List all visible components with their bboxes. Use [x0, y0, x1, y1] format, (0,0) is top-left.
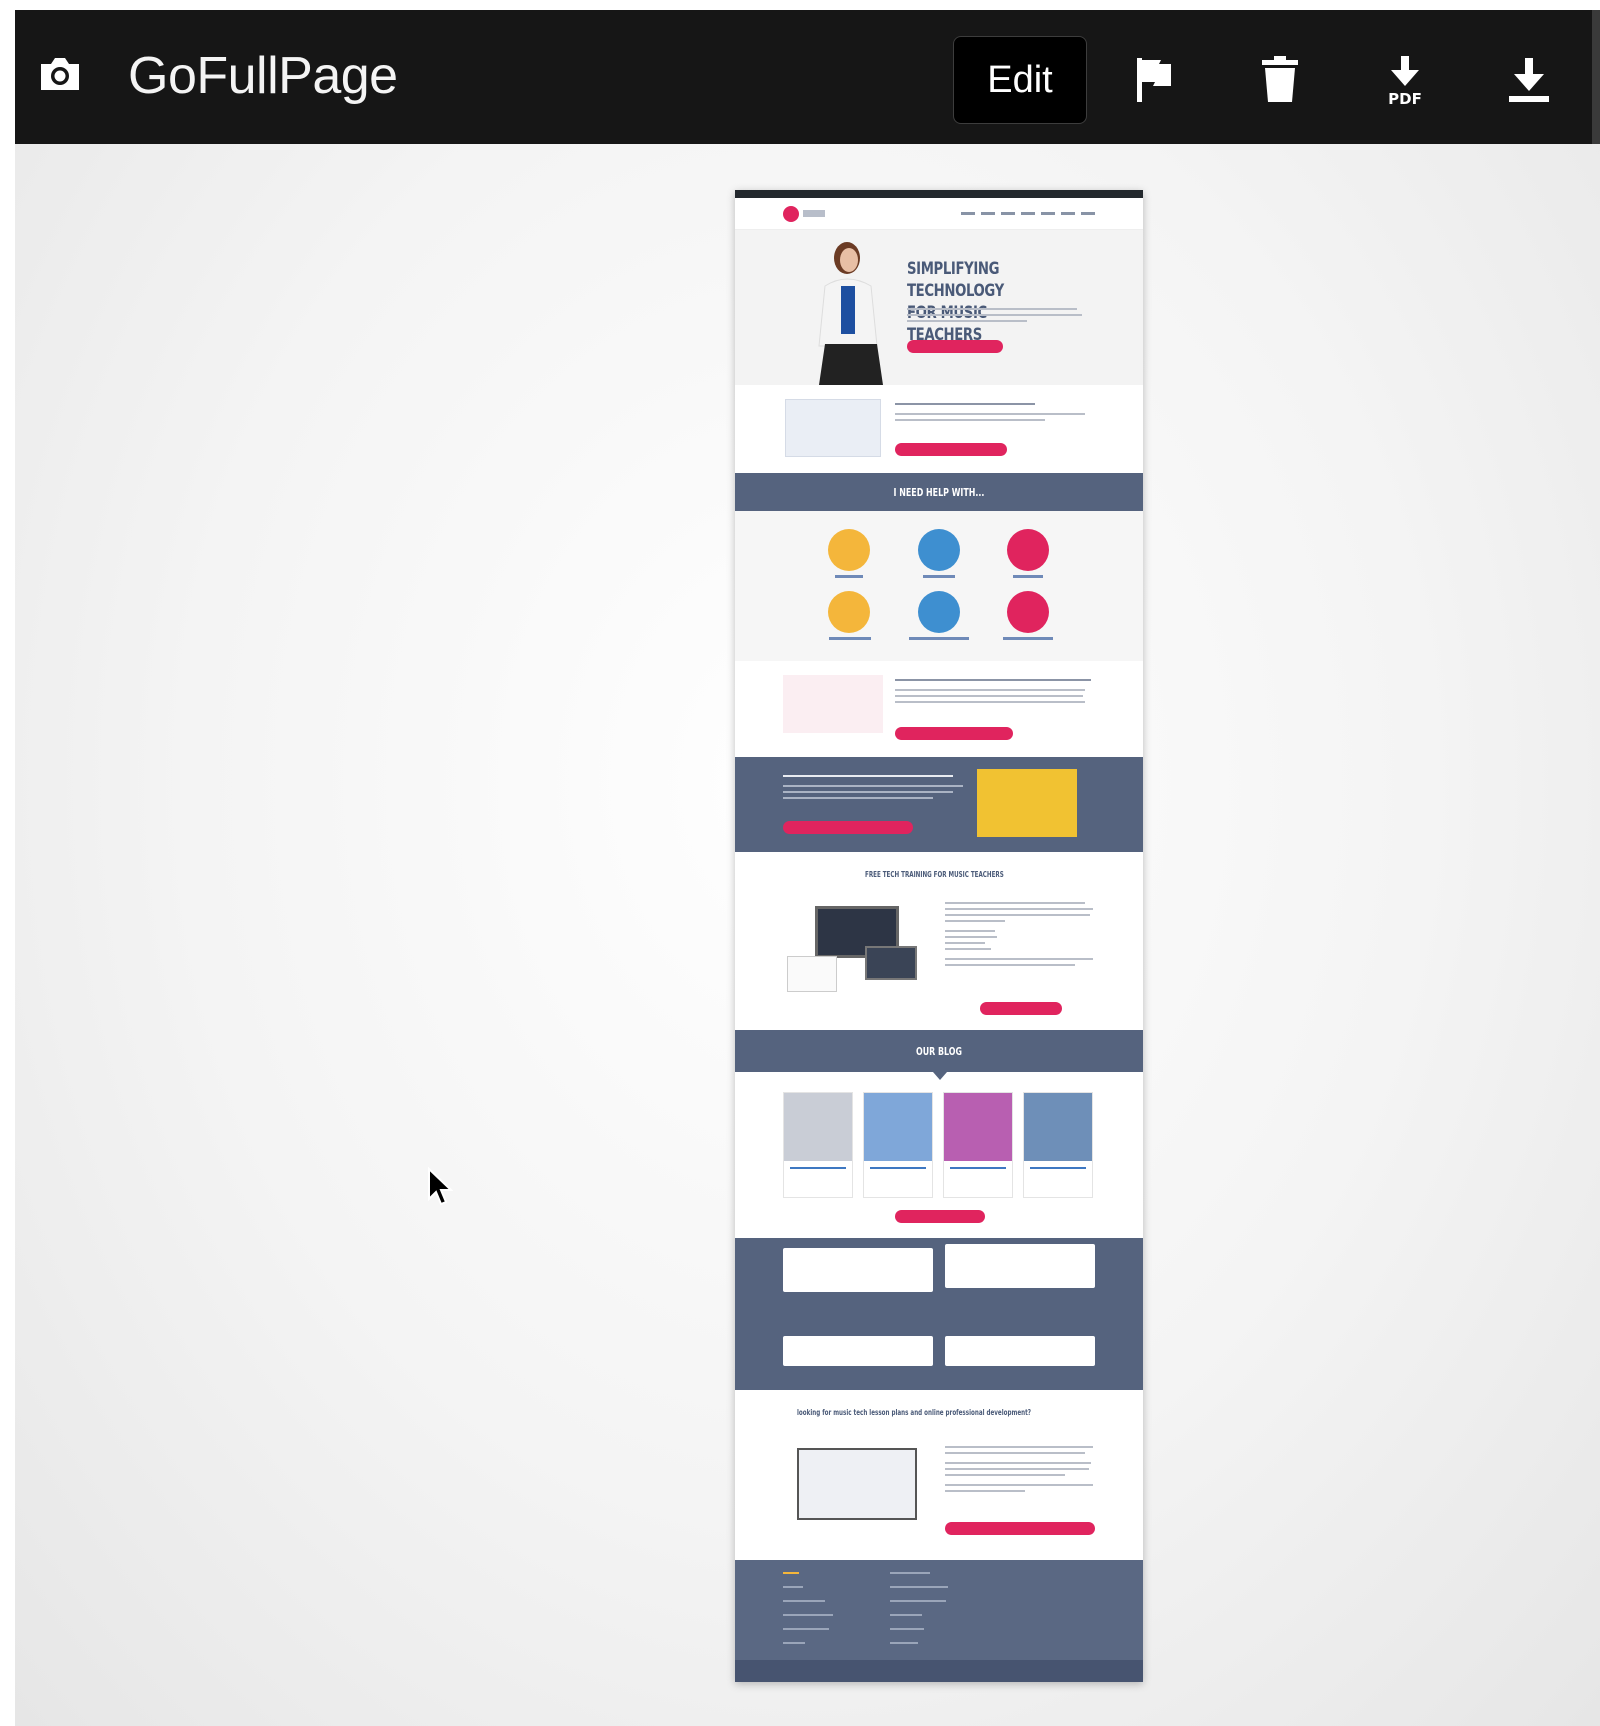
preview-nav [735, 198, 1143, 230]
webinar-promo [735, 661, 1143, 757]
course-promo [735, 385, 1143, 473]
pdf-label: PDF [1388, 90, 1422, 106]
course-image [785, 399, 881, 457]
screenshot-viewer: GoFullPage Edit PDF SIMPLIFYING TECHNOLO… [15, 10, 1600, 1726]
blog-card[interactable] [783, 1092, 853, 1198]
preview-footer [735, 1560, 1143, 1660]
blog-card[interactable] [1023, 1092, 1093, 1198]
testimonial-card [783, 1336, 933, 1366]
course-cta-button[interactable] [895, 443, 1007, 456]
community-devices-image [797, 1448, 917, 1520]
scrollbar[interactable] [1592, 10, 1600, 144]
testimonial-card [783, 1248, 933, 1292]
mouse-cursor-icon [428, 1167, 453, 1206]
preview-logo [783, 206, 799, 222]
blog-posts [735, 1072, 1143, 1238]
toolbar: GoFullPage Edit PDF [15, 10, 1600, 144]
blog-band: OUR BLOG [735, 1030, 1143, 1080]
community-promo: looking for music tech lesson plans and … [735, 1390, 1143, 1560]
blog-cta-button[interactable] [895, 1210, 985, 1223]
testimonials-band [735, 1238, 1143, 1390]
download-pdf-icon[interactable]: PDF [1381, 54, 1429, 106]
hero-cta-button[interactable] [907, 340, 1003, 353]
preview-admin-bar [735, 190, 1143, 198]
app-title: GoFullPage [128, 47, 398, 105]
preview-hero: SIMPLIFYING TECHNOLOGY FOR MUSIC TEACHER… [735, 230, 1143, 385]
microphone-icon[interactable] [918, 591, 960, 633]
download-icon[interactable] [1505, 54, 1553, 106]
free-guide-band [735, 757, 1143, 852]
preview-copyright-bar [735, 1660, 1143, 1682]
webinar-cta-button[interactable] [895, 727, 1013, 740]
testimonial-card [945, 1336, 1095, 1366]
community-cta-button[interactable] [945, 1522, 1095, 1535]
guide-image [977, 769, 1077, 837]
help-icons [735, 511, 1143, 661]
flag-icon[interactable] [1131, 54, 1179, 106]
webinar-image [783, 675, 883, 733]
trash-icon[interactable] [1256, 54, 1304, 106]
lock-icon[interactable] [1007, 591, 1049, 633]
blog-card[interactable] [943, 1092, 1013, 1198]
blog-card[interactable] [863, 1092, 933, 1198]
free-training: FREE TECH TRAINING FOR MUSIC TEACHERS [735, 852, 1143, 1030]
hero-title: SIMPLIFYING TECHNOLOGY FOR MUSIC TEACHER… [907, 259, 1004, 345]
hero-photo [818, 242, 883, 385]
ipad-icon[interactable] [828, 529, 870, 571]
chromebook-icon[interactable] [918, 529, 960, 571]
page-capture-preview[interactable]: SIMPLIFYING TECHNOLOGY FOR MUSIC TEACHER… [735, 190, 1143, 1682]
testimonial-card [945, 1244, 1095, 1288]
training-cta-button[interactable] [980, 1002, 1062, 1015]
headphones-icon[interactable] [828, 591, 870, 633]
camera-icon[interactable] [37, 50, 83, 96]
mac-pc-icon[interactable] [1007, 529, 1049, 571]
edit-button[interactable]: Edit [953, 36, 1087, 124]
guide-cta-button[interactable] [783, 821, 913, 834]
help-band: I NEED HELP WITH... [735, 473, 1143, 519]
